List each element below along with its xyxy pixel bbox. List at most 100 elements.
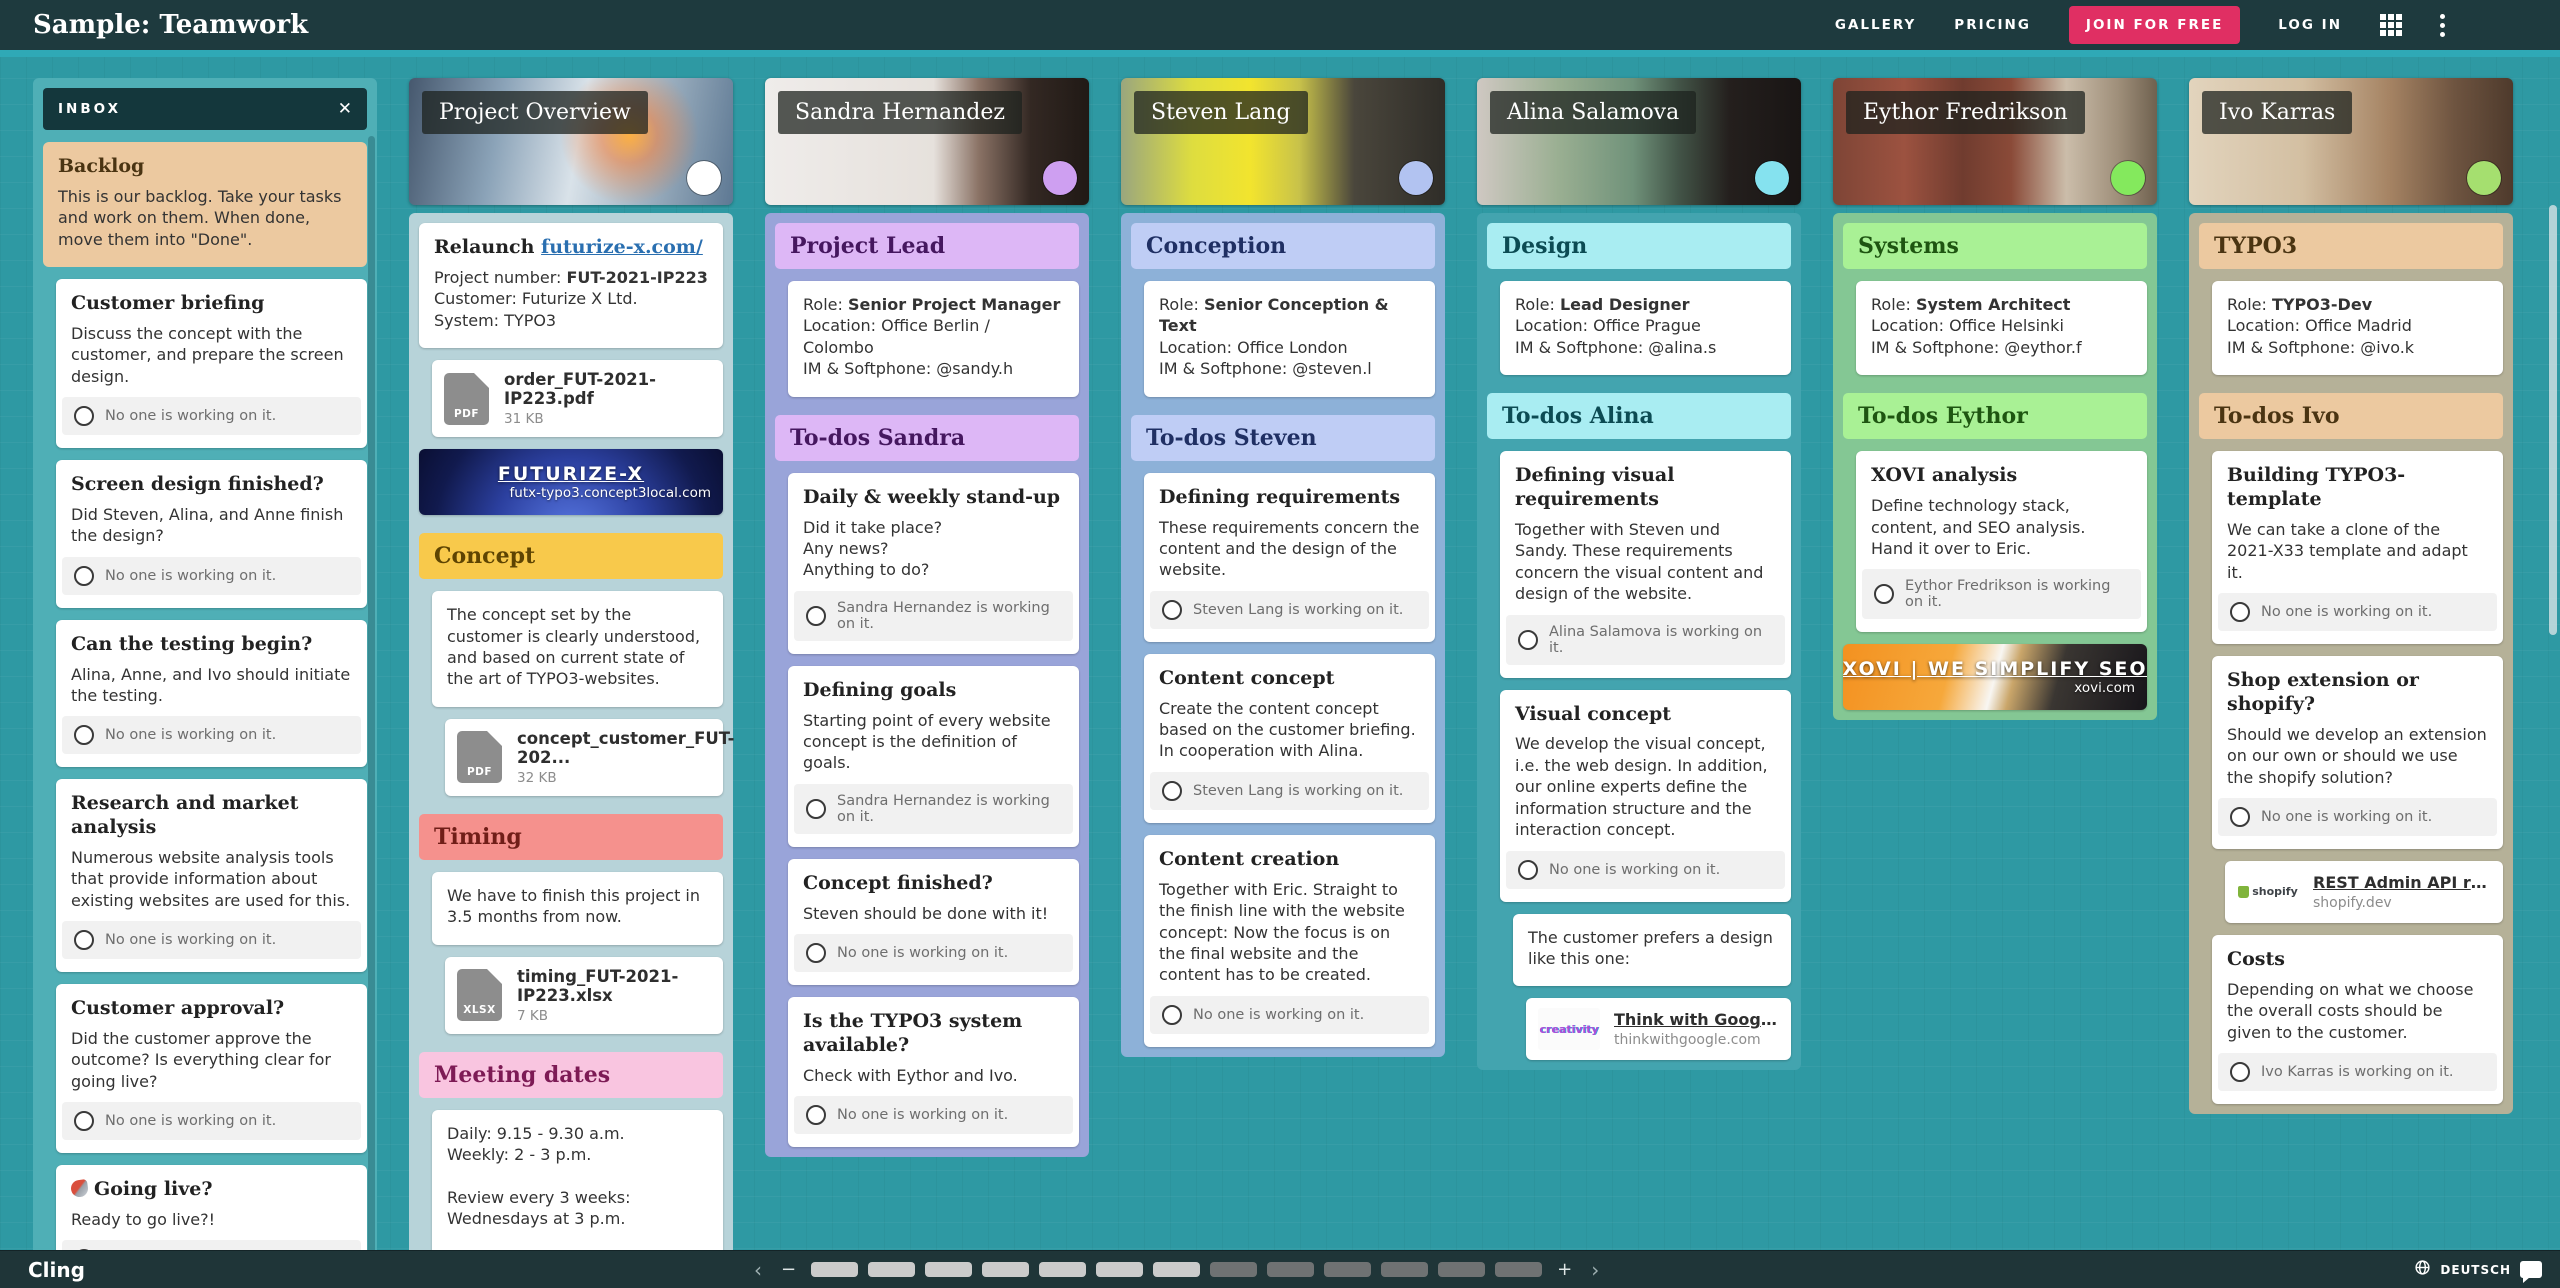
zoom-in-icon[interactable]: + — [1552, 1259, 1577, 1280]
presence-avatar[interactable] — [1399, 161, 1433, 195]
card[interactable]: The concept set by the customer is clear… — [432, 591, 723, 707]
attachment-card[interactable]: XLSXtiming_FUT-2021-IP223.xlsx7 KB — [445, 957, 723, 1034]
card[interactable]: Defining goalsStarting point of every we… — [788, 666, 1079, 847]
card[interactable]: Concept finished?Steven should be done w… — [788, 859, 1079, 985]
section-header[interactable]: Conception — [1131, 223, 1435, 269]
card[interactable]: Role: System ArchitectLocation: Office H… — [1856, 281, 2147, 375]
presence-avatar[interactable] — [2111, 161, 2145, 195]
assignee-row[interactable]: Sandra Hernandez is working on it. — [794, 784, 1073, 834]
page-segment[interactable] — [982, 1262, 1029, 1277]
section-header[interactable]: Project Lead — [775, 223, 1079, 269]
column-header-photo[interactable]: Ivo Karras — [2189, 78, 2513, 205]
assignee-row[interactable]: Ivo Karras is working on it. — [2218, 1053, 2497, 1091]
feedback-bubble-icon[interactable] — [2520, 1261, 2542, 1278]
presence-avatar[interactable] — [1043, 161, 1077, 195]
attachment-card[interactable]: PDFconcept_customer_FUT-202...32 KB — [445, 719, 723, 796]
assignee-row[interactable]: No one is working on it. — [2218, 798, 2497, 836]
assignee-row[interactable]: No one is working on it. — [62, 1102, 361, 1140]
close-icon[interactable]: ✕ — [338, 99, 352, 119]
card[interactable]: Is the TYPO3 system available?Check with… — [788, 997, 1079, 1147]
presence-avatar[interactable] — [1755, 161, 1789, 195]
assignee-row[interactable]: No one is working on it. — [1150, 996, 1429, 1034]
section-header[interactable]: To-dos Steven — [1131, 415, 1435, 461]
card[interactable]: XOVI analysisDefine technology stack, co… — [1856, 451, 2147, 632]
page-segment[interactable] — [1096, 1262, 1143, 1277]
section-header[interactable]: To-dos Eythor — [1843, 393, 2147, 439]
assignee-row[interactable]: No one is working on it. — [62, 716, 361, 754]
assignee-row[interactable]: No one is working on it. — [794, 934, 1073, 972]
column-header-photo[interactable]: Project Overview — [409, 78, 733, 205]
attachment-card[interactable]: PDForder_FUT-2021-IP223.pdf31 KB — [432, 360, 723, 437]
card[interactable]: Role: Senior Conception & TextLocation: … — [1144, 281, 1435, 397]
card[interactable]: Role: Senior Project ManagerLocation: Of… — [788, 281, 1079, 397]
card[interactable]: Shop extension or shopify?Should we deve… — [2212, 656, 2503, 849]
card[interactable]: Screen design finished?Did Steven, Alina… — [56, 460, 367, 608]
nav-gallery[interactable]: GALLERY — [1835, 17, 1916, 33]
card[interactable]: Research and market analysisNumerous web… — [56, 779, 367, 972]
card[interactable]: Content conceptCreate the content concep… — [1144, 654, 1435, 823]
xovi-banner[interactable]: XOVI | WE SIMPLIFY SEOxovi.com — [1843, 644, 2147, 710]
assignee-row[interactable]: Sandra Hernandez is working on it. — [794, 591, 1073, 641]
radio-icon[interactable] — [1162, 600, 1182, 620]
page-segment[interactable] — [868, 1262, 915, 1277]
assignee-row[interactable]: No one is working on it. — [62, 557, 361, 595]
card[interactable]: Visual conceptWe develop the visual conc… — [1500, 690, 1791, 902]
column-header-photo[interactable]: Steven Lang — [1121, 78, 1445, 205]
radio-icon[interactable] — [806, 606, 826, 626]
card[interactable]: Role: Lead DesignerLocation: Office Prag… — [1500, 281, 1791, 375]
section-header[interactable]: Design — [1487, 223, 1791, 269]
radio-icon[interactable] — [806, 1105, 826, 1125]
radio-icon[interactable] — [1518, 860, 1538, 880]
page-segment[interactable] — [1381, 1262, 1428, 1277]
inbox-scrollbar[interactable] — [368, 136, 375, 1251]
card[interactable]: The customer prefers a design like this … — [1513, 914, 1791, 987]
card[interactable]: Daily: 9.15 - 9.30 a.m.Weekly: 2 - 3 p.m… — [432, 1110, 723, 1251]
page-segment[interactable] — [1267, 1262, 1314, 1277]
link-preview-card[interactable]: shopifyREST Admin API referenceshopify.d… — [2225, 861, 2503, 923]
page-segment[interactable] — [925, 1262, 972, 1277]
join-for-free-button[interactable]: JOIN FOR FREE — [2069, 6, 2240, 44]
page-segment[interactable] — [1438, 1262, 1485, 1277]
card[interactable]: Relaunch futurize-x.com/Project number: … — [419, 223, 723, 348]
presence-avatar[interactable] — [687, 161, 721, 195]
page-segment[interactable] — [1210, 1262, 1257, 1277]
column-header-photo[interactable]: Alina Salamova — [1477, 78, 1801, 205]
assignee-row[interactable]: Steven Lang is working on it. — [1150, 772, 1429, 810]
presence-avatar[interactable] — [2467, 161, 2501, 195]
card[interactable]: Can the testing begin?Alina, Anne, and I… — [56, 620, 367, 768]
section-header[interactable]: Meeting dates — [419, 1052, 723, 1098]
radio-icon[interactable] — [1162, 1005, 1182, 1025]
card[interactable]: Going live?Ready to go live?!No one is w… — [56, 1165, 367, 1251]
section-header[interactable]: Systems — [1843, 223, 2147, 269]
radio-icon[interactable] — [74, 566, 94, 586]
assignee-row[interactable]: Eythor Fredrikson is working on it. — [1862, 569, 2141, 619]
page-segment[interactable] — [1153, 1262, 1200, 1277]
section-header[interactable]: Concept — [419, 533, 723, 579]
radio-icon[interactable] — [2230, 1062, 2250, 1082]
card[interactable]: Role: TYPO3-DevLocation: Office MadridIM… — [2212, 281, 2503, 375]
page-segment[interactable] — [811, 1262, 858, 1277]
radio-icon[interactable] — [74, 930, 94, 950]
radio-icon[interactable] — [74, 1111, 94, 1131]
card[interactable]: BacklogThis is our backlog. Take your ta… — [43, 142, 367, 267]
chevron-left-icon[interactable]: ‹ — [750, 1258, 766, 1282]
link-title[interactable]: Think with Google – Entde... — [1614, 1010, 1779, 1029]
section-header[interactable]: Timing — [419, 814, 723, 860]
assignee-row[interactable]: Steven Lang is working on it. — [1150, 591, 1429, 629]
card[interactable]: Defining requirementsThese requirements … — [1144, 473, 1435, 642]
card[interactable]: Customer approval?Did the customer appro… — [56, 984, 367, 1153]
more-menu-icon[interactable] — [2440, 14, 2445, 37]
card-title-link[interactable]: futurize-x.com/ — [541, 236, 703, 258]
page-segment[interactable] — [1495, 1262, 1542, 1277]
section-header[interactable]: To-dos Sandra — [775, 415, 1079, 461]
apps-grid-icon[interactable] — [2380, 14, 2402, 36]
assignee-row[interactable]: No one is working on it. — [62, 397, 361, 435]
radio-icon[interactable] — [1874, 584, 1894, 604]
page-segment[interactable] — [1324, 1262, 1371, 1277]
card[interactable]: Customer briefingDiscuss the concept wit… — [56, 279, 367, 448]
radio-icon[interactable] — [806, 943, 826, 963]
column-header-photo[interactable]: Eythor Fredrikson — [1833, 78, 2157, 205]
assignee-row[interactable]: No one is working on it. — [794, 1096, 1073, 1134]
card[interactable]: Daily & weekly stand-upDid it take place… — [788, 473, 1079, 654]
column-header-photo[interactable]: Sandra Hernandez — [765, 78, 1089, 205]
